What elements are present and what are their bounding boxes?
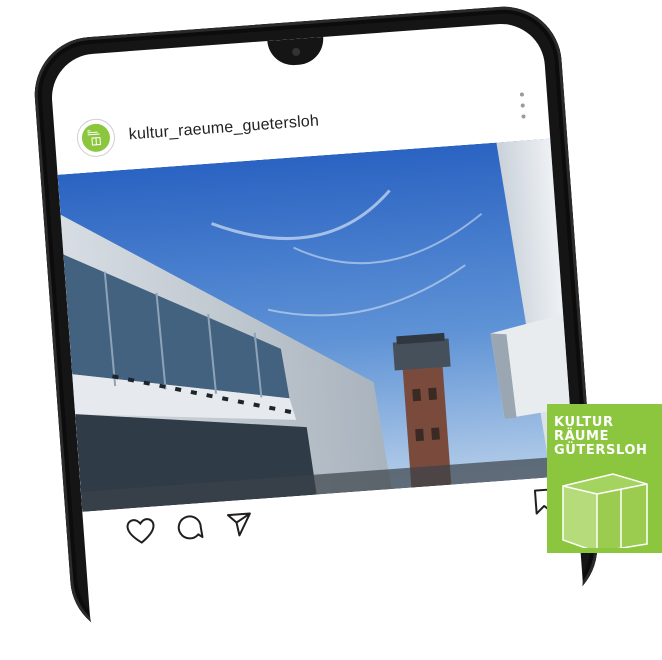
comment-bubble-icon[interactable] — [175, 513, 205, 548]
camera-notch — [267, 36, 326, 67]
paper-plane-icon[interactable] — [225, 509, 255, 544]
brand-logo-text: KULTUR RÄUME GÜTERSLOH — [554, 416, 648, 458]
post-photo[interactable] — [57, 138, 575, 512]
badge-line-2: RÄUME — [554, 429, 610, 444]
heart-outline-icon[interactable] — [125, 517, 157, 552]
cube-logo-icon — [562, 473, 648, 548]
front-camera — [291, 47, 301, 57]
more-options-icon[interactable] — [519, 92, 527, 119]
scene: kultur_raeume_guetersloh KULTUR RÄUME GÜ… — [0, 0, 662, 659]
phone-mockup: kultur_raeume_guetersloh — [30, 2, 602, 659]
phone-screen: kultur_raeume_guetersloh — [48, 20, 586, 659]
profile-avatar[interactable] — [75, 117, 117, 159]
post-username[interactable]: kultur_raeume_guetersloh — [128, 112, 320, 144]
brand-logo-badge: KULTUR RÄUME GÜTERSLOH — [547, 404, 662, 553]
badge-line-1: KULTUR — [554, 415, 614, 430]
badge-line-3: GÜTERSLOH — [554, 443, 648, 458]
avatar-logo-icon — [80, 122, 111, 153]
